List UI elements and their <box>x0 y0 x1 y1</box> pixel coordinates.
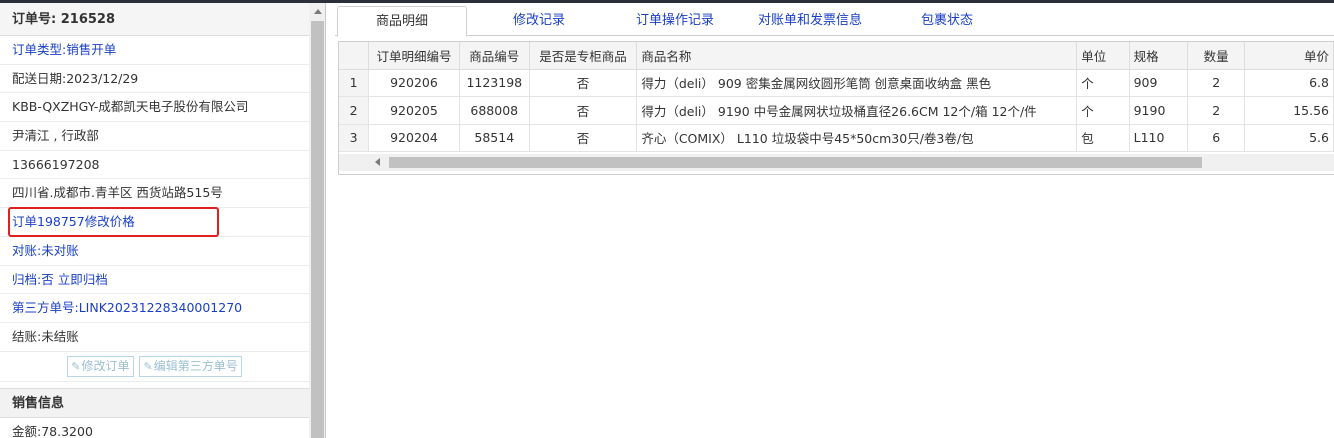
product-code-link[interactable]: 1123198 <box>459 69 530 97</box>
column-header-spec[interactable]: 规格 <box>1129 42 1189 70</box>
counter-product-cell: 否 <box>529 69 638 97</box>
archive-row: 归档:否 立即归档 <box>0 266 309 295</box>
counter-product-cell: 否 <box>529 96 638 125</box>
detail-panel: 商品明细 修改记录 订单操作记录 对账单和发票信息 包裹状态 订单明细编号 商品… <box>335 3 1334 438</box>
tab-statement-invoice-info[interactable]: 对账单和发票信息 <box>745 6 875 36</box>
edit-icon: ✎ <box>71 359 81 373</box>
column-header-counter-product[interactable]: 是否是专柜商品 <box>529 42 638 70</box>
grid-header-row: 订单明细编号 商品编号 是否是专柜商品 商品名称 单位 规格 数量 单价 <box>339 42 1334 70</box>
spec-cell: 909 <box>1129 69 1189 97</box>
contact-person-row: 尹清江 , 行政部 <box>0 122 309 151</box>
column-header-product-code[interactable]: 商品编号 <box>459 42 530 70</box>
vertical-scrollbar[interactable] <box>309 3 325 438</box>
tab-modification-log[interactable]: 修改记录 <box>495 6 583 36</box>
order-info-panel: 订单号: 216528 订单类型:销售开单 配送日期:2023/12/29 KB… <box>0 3 326 438</box>
scroll-up-arrow-icon[interactable] <box>309 3 325 20</box>
product-name-link[interactable]: 得力（deli） 909 密集金属网纹圆形笔筒 创意桌面收纳盒 黑色 <box>636 69 1078 97</box>
tab-product-details[interactable]: 商品明细 <box>337 6 467 37</box>
table-row[interactable]: 1 920206 1123198 否 得力（deli） 909 密集金属网纹圆形… <box>339 69 1334 97</box>
horizontal-scrollbar[interactable] <box>339 154 1334 171</box>
phone-row: 13666197208 <box>0 151 309 180</box>
table-row[interactable]: 2 920205 688008 否 得力（deli） 9190 中号金属网状垃圾… <box>339 96 1334 125</box>
quantity-cell: 6 <box>1187 124 1246 152</box>
tab-order-operation-log[interactable]: 订单操作记录 <box>621 6 729 36</box>
detail-id-cell: 920206 <box>368 69 460 97</box>
sales-info-header: 销售信息 <box>0 387 309 418</box>
column-header-detail-id[interactable]: 订单明细编号 <box>368 42 460 70</box>
product-details-grid: 订单明细编号 商品编号 是否是专柜商品 商品名称 单位 规格 数量 单价 1 9… <box>338 41 1334 175</box>
row-number: 2 <box>339 96 370 125</box>
third-party-number-row: 第三方单号:LINK20231228340001270 <box>0 294 309 323</box>
column-header-row-number <box>339 42 370 70</box>
product-name-link[interactable]: 齐心（COMIX） L110 垃圾袋中号45*50cm30只/卷3卷/包 <box>636 124 1078 152</box>
price-change-note-row[interactable]: 订单198757修改价格 <box>0 208 309 237</box>
product-code-link[interactable]: 688008 <box>459 96 530 125</box>
quantity-cell: 2 <box>1187 69 1246 97</box>
reconciliation-row: 对账:未对账 <box>0 237 309 266</box>
edit-order-button[interactable]: ✎修改订单 <box>67 355 134 377</box>
detail-tabs: 商品明细 修改记录 订单操作记录 对账单和发票信息 包裹状态 <box>335 6 1334 37</box>
horizontal-scroll-thumb[interactable] <box>389 157 1202 168</box>
unit-price-cell: 5.6 <box>1244 124 1334 152</box>
unit-price-cell: 15.56 <box>1244 96 1334 125</box>
order-action-buttons: ✎修改订单 ✎编辑第三方单号 <box>0 352 309 382</box>
column-header-unit[interactable]: 单位 <box>1076 42 1130 70</box>
scroll-left-arrow-icon[interactable] <box>375 158 380 166</box>
customer-company-row: KBB-QXZHGY-成都凯天电子股份有限公司 <box>0 93 309 123</box>
column-header-product-name[interactable]: 商品名称 <box>636 42 1078 70</box>
tab-package-status[interactable]: 包裹状态 <box>905 6 989 36</box>
unit-price-cell: 6.8 <box>1244 69 1334 97</box>
product-code-link[interactable]: 58514 <box>459 124 530 152</box>
table-row[interactable]: 3 920204 58514 否 齐心（COMIX） L110 垃圾袋中号45*… <box>339 124 1334 152</box>
unit-cell: 个 <box>1076 69 1130 97</box>
scroll-thumb[interactable] <box>311 21 324 438</box>
quantity-cell: 2 <box>1187 96 1246 125</box>
unit-cell: 包 <box>1076 124 1130 152</box>
unit-cell: 个 <box>1076 96 1130 125</box>
edit-icon: ✎ <box>143 359 153 373</box>
delivery-date-row: 配送日期:2023/12/29 <box>0 65 309 94</box>
detail-id-cell: 920205 <box>368 96 460 125</box>
order-number-header: 订单号: 216528 <box>0 3 309 36</box>
spec-cell: L110 <box>1129 124 1189 152</box>
column-header-quantity[interactable]: 数量 <box>1187 42 1246 70</box>
order-type-row: 订单类型:销售开单 <box>0 36 309 65</box>
row-number: 1 <box>339 69 370 97</box>
detail-id-cell: 920204 <box>368 124 460 152</box>
amount-row: 金额:78.3200 <box>0 418 309 438</box>
row-number: 3 <box>339 124 370 152</box>
column-header-unit-price[interactable]: 单价 <box>1244 42 1334 70</box>
address-row: 四川省.成都市.青羊区 西货站路515号 <box>0 179 309 209</box>
product-name-link[interactable]: 得力（deli） 9190 中号金属网状垃圾桶直径26.6CM 12个/箱 12… <box>636 96 1078 125</box>
settlement-row: 结账:未结账 <box>0 323 309 352</box>
edit-third-party-number-button[interactable]: ✎编辑第三方单号 <box>139 355 242 377</box>
counter-product-cell: 否 <box>529 124 638 152</box>
spec-cell: 9190 <box>1129 96 1189 125</box>
